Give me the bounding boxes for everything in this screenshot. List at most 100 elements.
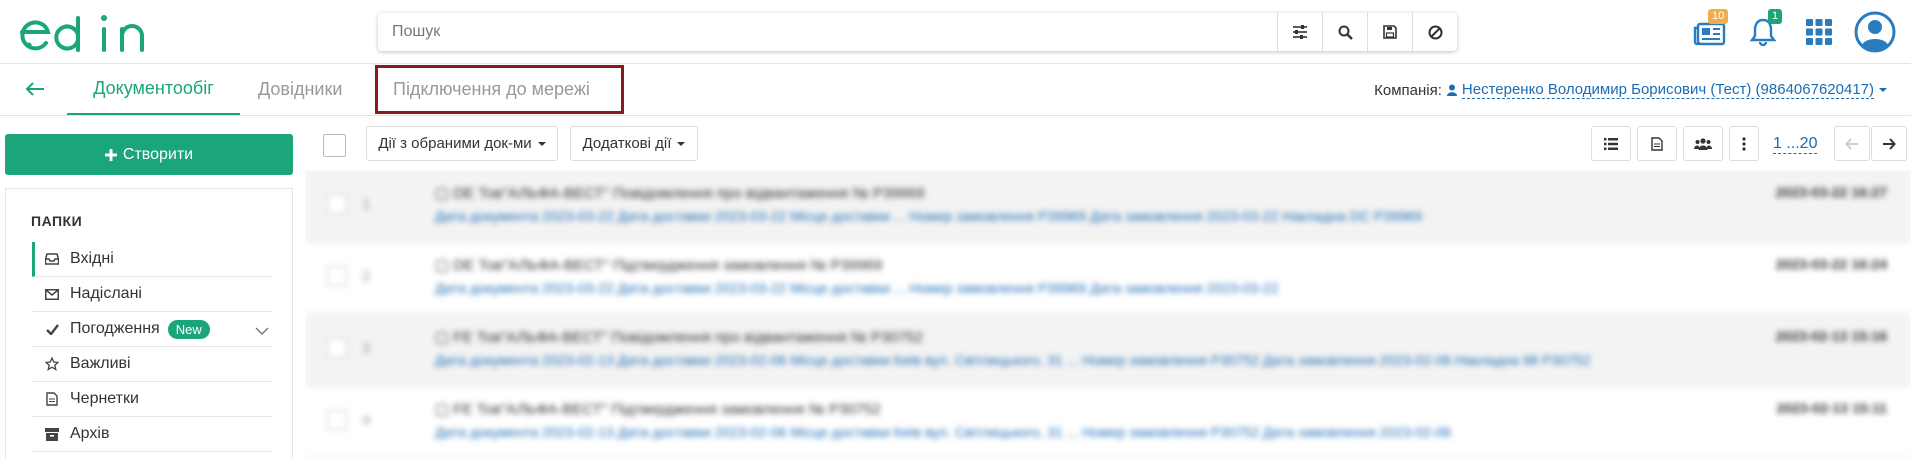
folder-label: Надіслані [70,285,142,302]
document-meta: Дата документа 2023-02-13 Дата доставки … [435,424,1452,440]
group-view-button[interactable] [1683,126,1723,161]
next-page-button[interactable] [1871,126,1907,161]
bulk-actions-dropdown[interactable]: Дії з обраними док-ми [366,126,558,161]
tab-directories[interactable]: Довідники [258,64,342,115]
folder-sent[interactable]: Надіслані [32,277,273,312]
sliders-icon [1293,25,1307,39]
caret-down-icon[interactable] [1879,88,1887,92]
document-row[interactable]: 1 ▢ DE Тов"АЛЬФА-ВЕСТ" Повідомлення про … [305,170,1911,242]
document-icon [1651,136,1663,151]
document-date: 2023-03-22 16:24 [1775,256,1887,272]
save-search-button[interactable] [1367,13,1412,51]
row-checkbox[interactable] [327,338,347,358]
folder-inbox[interactable]: Вхідні [32,242,273,277]
create-label: Створити [122,145,194,163]
row-checkbox[interactable] [327,194,347,214]
folders-panel: ПАПКИ Вхідні Надіслані Погодження New Ва… [5,188,293,458]
edin-logo[interactable] [16,10,161,56]
tab-bar: Документообіг Довідники Підключення до м… [0,64,1911,116]
filter-settings-button[interactable] [1277,13,1322,51]
folders-title: ПАПКИ [31,213,83,229]
folder-label: Вхідні [70,250,114,267]
more-options-button[interactable] [1729,126,1759,161]
archive-icon [44,427,60,441]
row-checkbox[interactable] [327,266,347,286]
pagination-range[interactable]: 1 ...20 [1773,135,1818,154]
document-title[interactable]: ▢ DE Тов"АЛЬФА-ВЕСТ" Повідомлення про ві… [435,184,925,202]
search-button[interactable] [1322,13,1367,51]
previous-page-button[interactable] [1834,126,1870,161]
users-icon [1694,137,1712,150]
company-label: Компанія: [1374,81,1442,99]
company-name-link[interactable]: Нестеренко Володимир Борисович (Тест) (9… [1461,81,1874,99]
apps-menu-button[interactable] [1799,12,1839,52]
row-number: 4 [362,412,371,429]
document-title[interactable]: ▢ DE Тов"АЛЬФА-ВЕСТ" Підтвердження замов… [435,256,882,274]
news-button[interactable]: 10 [1690,9,1730,52]
arrow-left-icon [1845,137,1858,150]
extra-actions-label: Додаткові дії [582,135,672,152]
tab-network-connection[interactable]: Підключення до мережі [393,64,590,115]
grid-icon [1806,19,1832,45]
document-meta: Дата документа 2023-03-22 Дата доставки … [435,280,1279,296]
row-number: 2 [362,268,371,285]
list-view-button[interactable] [1591,126,1631,161]
document-meta: Дата документа 2023-02-13 Дата доставки … [435,352,1591,368]
document-title[interactable]: ▢ FE Тов"АЛЬФА-ВЕСТ" Повідомлення про ві… [435,328,923,346]
company-selector: Компанія: Нестеренко Володимир Борисович… [1374,81,1887,99]
folder-label: Погодження [70,320,160,337]
row-number: 1 [362,196,371,213]
document-row[interactable]: 3 ▢ FE Тов"АЛЬФА-ВЕСТ" Повідомлення про … [305,314,1911,386]
document-icon [44,392,60,406]
folder-important[interactable]: Важливі [32,347,273,382]
notifications-button[interactable]: 1 [1743,9,1783,52]
user-avatar[interactable] [1853,10,1897,54]
document-meta: Дата документа 2023-03-22 Дата доставки … [435,208,1423,224]
search-input[interactable] [378,13,1277,51]
folder-label: Архів [70,425,110,442]
inbox-icon [44,253,60,265]
bulk-actions-label: Дії з обраними док-ми [378,135,532,152]
folder-list: Вхідні Надіслані Погодження New Важливі [32,242,273,452]
document-date: 2023-02-13 15:11 [1776,400,1887,416]
ban-icon [1428,25,1442,39]
extra-actions-dropdown[interactable]: Додаткові дії [570,126,698,161]
arrow-left-icon [25,82,44,96]
folder-archive[interactable]: Архів [32,417,273,452]
chevron-down-icon[interactable] [255,323,269,341]
folder-label: Важливі [70,355,131,372]
app-header: 10 1 [0,0,1911,64]
back-button[interactable] [24,78,46,105]
document-view-button[interactable] [1637,126,1677,161]
document-date: 2023-03-22 16:27 [1775,184,1887,200]
document-list: 1 ▢ DE Тов"АЛЬФА-ВЕСТ" Повідомлення про … [305,170,1911,458]
create-button[interactable]: Створити [5,134,293,175]
tab-documents[interactable]: Документообіг [67,64,240,115]
check-icon [44,323,60,335]
search-bar [378,13,1457,51]
search-icon [1338,25,1353,40]
row-number: 3 [362,340,371,357]
floppy-icon [1383,25,1397,39]
document-date: 2023-02-13 15:16 [1775,328,1887,344]
caret-down-icon [537,141,546,146]
star-icon [44,357,60,371]
folder-label: Чернетки [70,390,139,407]
caret-down-icon [677,141,686,146]
select-all-checkbox[interactable] [323,134,346,157]
row-checkbox[interactable] [327,410,347,430]
folder-approval[interactable]: Погодження New [32,312,273,347]
document-row[interactable]: 4 ▢ FE Тов"АЛЬФА-ВЕСТ" Підтвердження зам… [305,386,1911,458]
notifications-badge: 1 [1768,9,1783,24]
list-icon [1604,137,1618,150]
news-badge: 10 [1708,9,1729,24]
ellipsis-vertical-icon [1742,136,1746,151]
arrow-right-icon [1883,137,1896,150]
document-title[interactable]: ▢ FE Тов"АЛЬФА-ВЕСТ" Підтвердження замов… [435,400,881,418]
envelope-icon [44,288,60,300]
folder-drafts[interactable]: Чернетки [32,382,273,417]
new-badge: New [167,319,210,339]
document-row[interactable]: 2 ▢ DE Тов"АЛЬФА-ВЕСТ" Підтвердження зам… [305,242,1911,314]
user-circle-icon [1854,11,1896,53]
clear-search-button[interactable] [1412,13,1457,51]
